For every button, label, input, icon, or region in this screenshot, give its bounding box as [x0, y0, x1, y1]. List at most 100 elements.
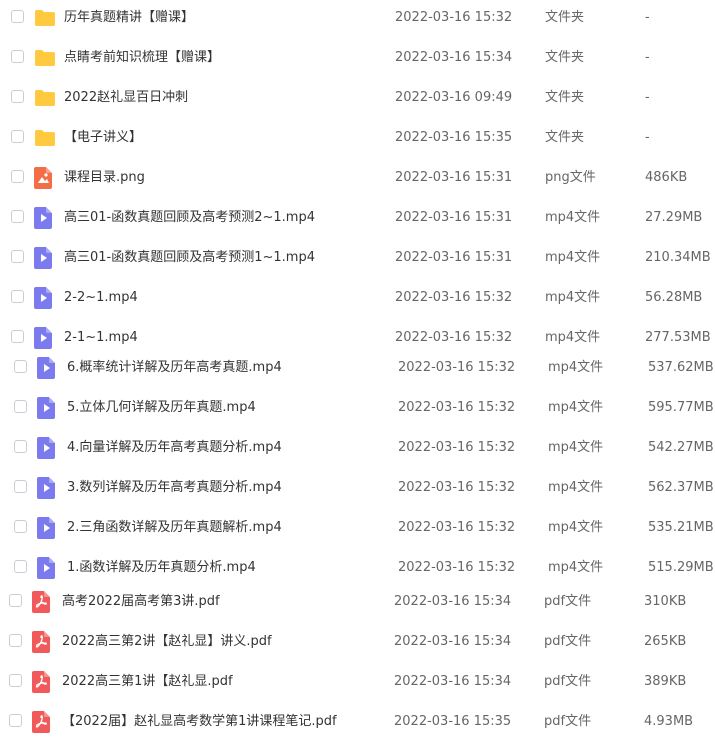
file-name[interactable]: 点睛考前知识梳理【赠课】 — [64, 38, 220, 78]
file-type: mp4文件 — [548, 440, 604, 455]
folder-icon — [34, 9, 56, 27]
row-checkbox[interactable] — [14, 520, 27, 533]
modified-date: 2022-03-16 15:32 — [395, 290, 513, 305]
video-file-icon — [34, 207, 52, 229]
file-name[interactable]: 2-2~1.mp4 — [64, 278, 138, 318]
row-checkbox[interactable] — [9, 714, 22, 727]
row-checkbox[interactable] — [11, 50, 24, 63]
modified-date: 2022-03-16 15:32 — [398, 400, 516, 415]
file-row[interactable]: 2.三角函数详解及历年真题解析.mp4 2022-03-16 15:32 mp4文件… — [0, 508, 715, 548]
file-row[interactable]: 2022高三第1讲【赵礼显.pdf 2022-03-16 15:34 pdf文件 38… — [0, 662, 715, 702]
file-size: 537.62MB — [648, 360, 714, 375]
file-name[interactable]: 高三01-函数真题回顾及高考预测2~1.mp4 — [64, 198, 315, 238]
row-checkbox[interactable] — [11, 130, 24, 143]
file-row[interactable]: 点睛考前知识梳理【赠课】 2022-03-16 15:34 文件夹 - — [0, 38, 715, 78]
file-size: 27.29MB — [645, 210, 703, 225]
file-row[interactable]: 历年真题精讲【赠课】 2022-03-16 15:32 文件夹 - — [0, 0, 715, 38]
pdf-file-icon — [32, 631, 50, 653]
file-size: 56.28MB — [645, 290, 703, 305]
pdf-file-icon — [32, 711, 50, 733]
file-row[interactable]: 6.概率统计详解及历年高考真题.mp4 2022-03-16 15:32 mp4文件… — [0, 348, 715, 388]
video-file-icon — [37, 397, 55, 419]
file-name[interactable]: 【2022届】赵礼显高考数学第1讲课程笔记.pdf — [62, 702, 337, 742]
file-size: 486KB — [645, 170, 688, 185]
file-size: - — [645, 130, 650, 145]
file-size: 542.27MB — [648, 440, 714, 455]
file-name[interactable]: 课程目录.png — [64, 158, 145, 198]
file-row[interactable]: 【电子讲义】 2022-03-16 15:35 文件夹 - — [0, 118, 715, 158]
modified-date: 2022-03-16 15:35 — [394, 714, 512, 729]
file-name[interactable]: 2022赵礼显百日冲刺 — [64, 78, 188, 118]
row-checkbox[interactable] — [9, 594, 22, 607]
file-type: mp4文件 — [545, 250, 601, 265]
row-checkbox[interactable] — [14, 480, 27, 493]
pdf-file-icon — [32, 591, 50, 613]
row-checkbox[interactable] — [11, 170, 24, 183]
modified-date: 2022-03-16 15:31 — [395, 170, 513, 185]
file-size: 389KB — [644, 674, 687, 689]
video-file-icon — [37, 357, 55, 379]
file-row[interactable]: 5.立体几何详解及历年真题.mp4 2022-03-16 15:32 mp4文件 59… — [0, 388, 715, 428]
modified-date: 2022-03-16 15:34 — [394, 594, 512, 609]
modified-date: 2022-03-16 15:31 — [395, 210, 513, 225]
modified-date: 2022-03-16 15:32 — [398, 440, 516, 455]
file-row[interactable]: 2022赵礼显百日冲刺 2022-03-16 09:49 文件夹 - — [0, 78, 715, 118]
file-size: 562.37MB — [648, 480, 714, 495]
file-name[interactable]: 2022高三第2讲【赵礼显】讲义.pdf — [62, 622, 272, 662]
row-checkbox[interactable] — [11, 250, 24, 263]
file-name[interactable]: 3.数列详解及历年高考真题分析.mp4 — [67, 468, 282, 508]
file-row[interactable]: 4.向量详解及历年高考真题分析.mp4 2022-03-16 15:32 mp4文件… — [0, 428, 715, 468]
row-checkbox[interactable] — [11, 90, 24, 103]
row-checkbox[interactable] — [11, 210, 24, 223]
file-name[interactable]: 5.立体几何详解及历年真题.mp4 — [67, 388, 256, 428]
file-row[interactable]: 课程目录.png 2022-03-16 15:31 png文件 486KB — [0, 158, 715, 198]
file-name[interactable]: 2.三角函数详解及历年真题解析.mp4 — [67, 508, 282, 548]
file-name[interactable]: 高考2022届高考第3讲.pdf — [62, 582, 220, 622]
pdf-file-icon — [32, 671, 50, 693]
file-type: 文件夹 — [545, 50, 585, 65]
file-row[interactable]: 高考2022届高考第3讲.pdf 2022-03-16 15:34 pdf文件 310… — [0, 582, 715, 622]
modified-date: 2022-03-16 15:35 — [395, 130, 513, 145]
file-size: 310KB — [644, 594, 687, 609]
file-row[interactable]: 3.数列详解及历年高考真题分析.mp4 2022-03-16 15:32 mp4文件… — [0, 468, 715, 508]
file-type: mp4文件 — [545, 290, 601, 305]
modified-date: 2022-03-16 09:49 — [395, 90, 513, 105]
file-name[interactable]: 高三01-函数真题回顾及高考预测1~1.mp4 — [64, 238, 315, 278]
file-size: 4.93MB — [644, 714, 694, 729]
file-type: 文件夹 — [545, 10, 585, 25]
file-size: - — [645, 10, 650, 25]
file-size: 595.77MB — [648, 400, 714, 415]
file-row[interactable]: 【2022届】赵礼显高考数学第1讲课程笔记.pdf 2022-03-16 15:3… — [0, 702, 715, 742]
file-name[interactable]: 6.概率统计详解及历年高考真题.mp4 — [67, 348, 282, 388]
modified-date: 2022-03-16 15:32 — [398, 480, 516, 495]
row-checkbox[interactable] — [14, 440, 27, 453]
file-name[interactable]: 4.向量详解及历年高考真题分析.mp4 — [67, 428, 282, 468]
video-file-icon — [37, 437, 55, 459]
file-size: - — [645, 50, 650, 65]
file-row[interactable]: 2022高三第2讲【赵礼显】讲义.pdf 2022-03-16 15:34 pdf文… — [0, 622, 715, 662]
row-checkbox[interactable] — [9, 634, 22, 647]
row-checkbox[interactable] — [14, 400, 27, 413]
file-row[interactable]: 2-2~1.mp4 2022-03-16 15:32 mp4文件 56.28MB — [0, 278, 715, 318]
video-file-icon — [34, 247, 52, 269]
video-file-icon — [34, 287, 52, 309]
file-size: - — [645, 90, 650, 105]
file-size: 265KB — [644, 634, 687, 649]
row-checkbox[interactable] — [14, 560, 27, 573]
file-name[interactable]: 2022高三第1讲【赵礼显.pdf — [62, 662, 233, 702]
file-type: 文件夹 — [545, 90, 585, 105]
modified-date: 2022-03-16 15:32 — [395, 10, 513, 25]
folder-icon — [34, 129, 56, 147]
video-file-icon — [37, 517, 55, 539]
file-name[interactable]: 历年真题精讲【赠课】 — [64, 0, 194, 38]
modified-date: 2022-03-16 15:34 — [394, 634, 512, 649]
row-checkbox[interactable] — [11, 10, 24, 23]
row-checkbox[interactable] — [11, 330, 24, 343]
file-row[interactable]: 高三01-函数真题回顾及高考预测2~1.mp4 2022-03-16 15:31 m… — [0, 198, 715, 238]
row-checkbox[interactable] — [11, 290, 24, 303]
row-checkbox[interactable] — [9, 674, 22, 687]
file-type: mp4文件 — [548, 400, 604, 415]
file-name[interactable]: 【电子讲义】 — [64, 118, 142, 158]
file-row[interactable]: 高三01-函数真题回顾及高考预测1~1.mp4 2022-03-16 15:31 m… — [0, 238, 715, 278]
row-checkbox[interactable] — [14, 360, 27, 373]
